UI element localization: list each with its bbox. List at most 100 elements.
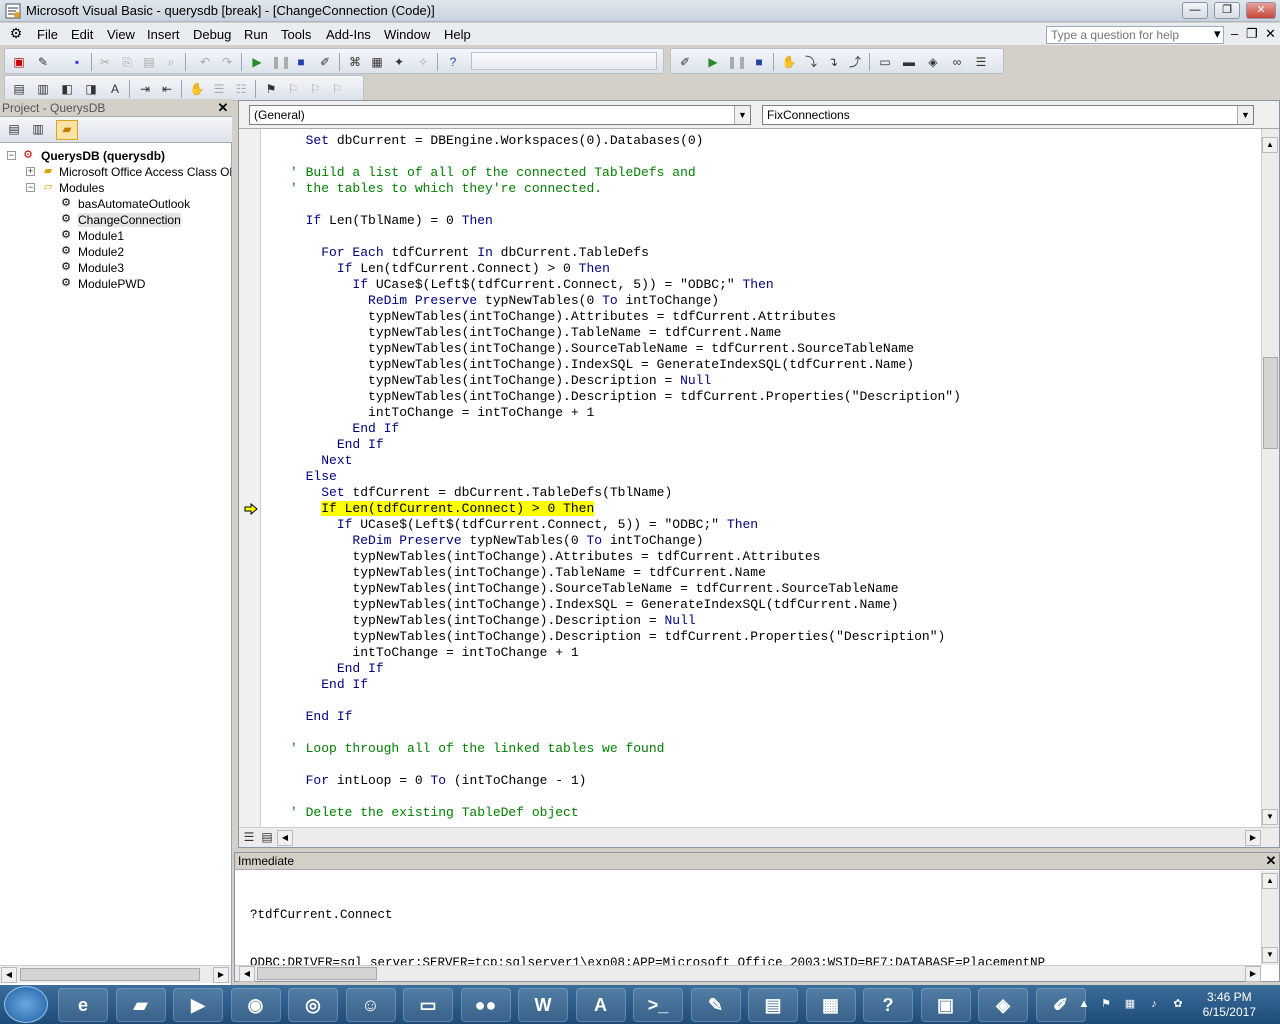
code-line[interactable]: End If [290,661,384,677]
object-combo[interactable]: (General) ▼ [249,105,751,125]
menu-help[interactable]: Help [444,27,471,42]
list-properties-icon[interactable]: ▤ [11,81,27,97]
scroll-down-icon[interactable]: ▼ [1262,809,1278,825]
tree-class-objects-folder[interactable]: Microsoft Office Access Class Objects [59,165,231,179]
taskbar-word-icon[interactable]: W [518,988,568,1022]
taskbar-flickr-icon[interactable]: ●● [460,988,511,1022]
breakpoint-margin[interactable] [239,129,261,827]
scroll-up-icon[interactable]: ▲ [1262,137,1278,153]
taskbar-acrobat-icon[interactable]: A [575,988,626,1022]
tree-module-module1[interactable]: Module1 [78,229,124,243]
locals-window-icon[interactable]: ▭ [877,54,893,70]
code-line[interactable]: ' Loop through all of the linked tables … [290,741,664,757]
step-into-icon[interactable]: ⤵ [803,54,819,70]
scroll-right-icon[interactable]: ▶ [213,967,229,983]
parameter-info-icon[interactable]: ◨ [83,81,99,97]
taskbar-task-manager-icon[interactable]: ▤ [748,988,798,1022]
call-stack-icon[interactable]: ☰ [973,54,989,70]
menu-debug[interactable]: Debug [193,27,231,42]
code-line[interactable]: typNewTables(intToChange).IndexSQL = Gen… [290,357,914,373]
taskbar-remote-connect-icon[interactable]: ▣ [920,988,971,1022]
immediate-close-button[interactable]: ✕ [1264,854,1278,868]
minimize-button[interactable]: — [1182,2,1208,19]
menu-add-ins[interactable]: Add-Ins [326,27,371,42]
code-line[interactable]: Else [290,469,337,485]
design-mode-debug-icon[interactable]: ✐ [677,54,693,70]
code-line[interactable]: End If [290,677,368,693]
code-line[interactable]: Set tdfCurrent = dbCurrent.TableDefs(Tbl… [290,485,672,501]
help-search-input[interactable]: Type a question for help [1046,26,1224,44]
insert-userform-icon[interactable]: ✎ [35,54,51,70]
scroll-thumb[interactable] [20,968,200,981]
code-line[interactable]: If Len(TblName) = 0 Then [290,213,493,229]
access-icon[interactable]: ▣ [11,54,27,70]
scroll-right-icon[interactable]: ▶ [1245,830,1261,846]
run-icon[interactable]: ▶ [249,54,265,70]
view-object-icon[interactable]: ▥ [30,121,46,137]
immediate-output[interactable]: ?tdfCurrent.Connect ODBC;DRIVER=sql serv… [250,875,1045,1003]
break-icon[interactable]: ❚❚ [271,54,291,70]
quick-info-icon[interactable]: ◧ [59,81,75,97]
code-line[interactable]: typNewTables(intToChange).Description = … [290,373,711,389]
properties-icon[interactable]: ▦ [369,54,385,70]
mdi-minimize-button[interactable]: – [1231,26,1238,41]
code-line[interactable]: ReDim Preserve typNewTables(0 To intToCh… [290,293,719,309]
tree-module-module3[interactable]: Module3 [78,261,124,275]
cut-icon[interactable]: ✂ [97,54,113,70]
security-icon[interactable]: ✿ [1170,997,1186,1011]
code-line[interactable]: typNewTables(intToChange).Attributes = t… [290,549,820,565]
toolbox-icon[interactable]: ✧ [415,54,431,70]
breakpoint-hand-icon[interactable]: ✋ [189,81,205,97]
quick-watch-icon[interactable]: ∞ [949,54,965,70]
menu-file[interactable]: File [37,27,58,42]
taskbar-help-viewer-icon[interactable]: ? [863,988,913,1022]
taskbar-chrome-icon[interactable]: ◉ [230,988,281,1022]
taskbar-paint-icon[interactable]: ✎ [690,988,741,1022]
save-icon[interactable]: ▪ [69,54,85,70]
taskbar-notepad-icon[interactable]: ▭ [403,988,453,1022]
chevron-down-icon[interactable]: ▼ [734,106,750,124]
help-icon[interactable]: ? [445,54,461,70]
outdent-icon[interactable]: ⇤ [159,81,175,97]
tree-module-module2[interactable]: Module2 [78,245,124,259]
procedure-view-icon[interactable]: ☰ [241,829,257,845]
menu-insert[interactable]: Insert [147,27,180,42]
comment-block-icon[interactable]: ☰ [211,81,227,97]
code-line[interactable]: typNewTables(intToChange).SourceTableNam… [290,581,898,597]
start-button[interactable] [4,986,48,1023]
uncomment-block-icon[interactable]: ☷ [233,81,249,97]
tree-modules-folder[interactable]: Modules [59,181,104,195]
scroll-down-icon[interactable]: ▼ [1262,947,1278,963]
scroll-right-icon[interactable]: ▶ [1245,966,1261,982]
full-module-view-icon[interactable]: ▤ [259,829,275,845]
watch-window-icon[interactable]: ◈ [925,54,941,70]
immediate-window[interactable]: Immediate ✕ ?tdfCurrent.Connect ODBC;DRI… [234,852,1280,982]
code-line[interactable]: If UCase$(Left$(tdfCurrent.Connect, 5)) … [290,277,773,293]
reset-debug-icon[interactable]: ■ [751,54,767,70]
scroll-thumb[interactable] [1263,357,1278,449]
list-constants-icon[interactable]: ▥ [35,81,51,97]
taskbar-command-prompt-icon[interactable]: >_ [633,988,683,1022]
code-line[interactable]: typNewTables(intToChange).IndexSQL = Gen… [290,597,898,613]
find-icon[interactable]: ⌕ [163,54,179,70]
code-line[interactable]: intToChange = intToChange + 1 [290,405,594,421]
network-icon[interactable]: ▦ [1122,997,1138,1011]
scroll-thumb[interactable] [257,967,377,980]
project-close-button[interactable]: ✕ [216,101,230,115]
view-code-icon[interactable]: ▤ [6,121,22,137]
project-hscrollbar[interactable]: ◀ ▶ [0,965,231,983]
maximize-button[interactable]: ❐ [1214,2,1240,19]
volume-icon[interactable]: ♪ [1146,997,1162,1011]
code-line[interactable]: ' Build a list of all of the connected T… [290,165,696,181]
flag-icon[interactable]: ⚑ [1098,997,1114,1011]
taskbar-remote-desktop-icon[interactable]: ◎ [288,988,338,1022]
menu-view[interactable]: View [107,27,135,42]
help-dropdown-icon[interactable]: ▾ [1214,26,1221,42]
paste-icon[interactable]: ▤ [141,54,157,70]
clear-bookmarks-icon[interactable]: ⚐ [329,81,345,97]
code-line[interactable]: ' the tables to which they're connected. [290,181,602,197]
redo-icon[interactable]: ↷ [219,54,235,70]
menu-edit[interactable]: Edit [71,27,93,42]
immediate-hscrollbar[interactable]: ◀ ▶ [235,965,1261,982]
scroll-left-icon[interactable]: ◀ [277,830,293,846]
